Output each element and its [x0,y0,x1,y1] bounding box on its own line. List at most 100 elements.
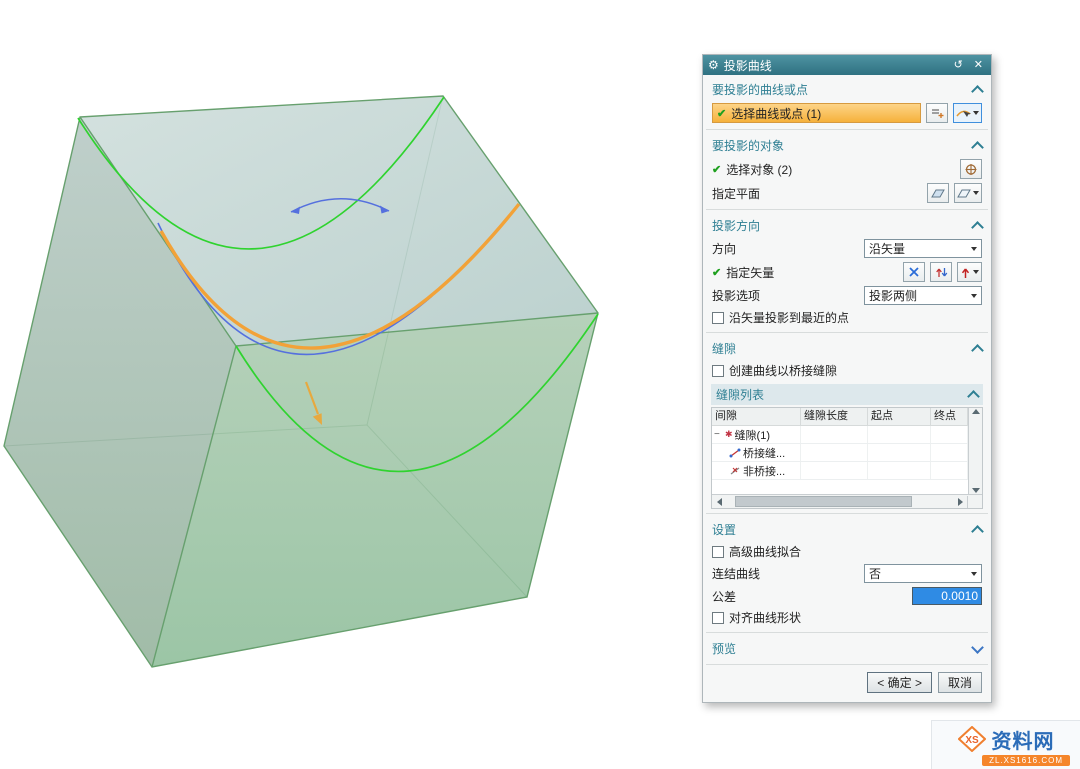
gap-table-row[interactable]: 非桥接... [712,462,968,480]
gap-list-table: 间隙 缝隙长度 起点 终点 − ✱ 缝隙(1) [711,407,983,509]
section-title-gap: 缝隙 [712,340,736,357]
vertical-scrollbar[interactable] [968,408,982,494]
section-projection-direction: 投影方向 方向 沿矢量 ✔ 指定矢量 [706,212,988,333]
section-title-objects: 要投影的对象 [712,137,784,154]
bridge-gap-label: 创建曲线以桥接缝隙 [729,362,982,379]
chevron-up-icon [971,525,984,538]
plane-dialog-button[interactable] [927,183,949,203]
chevron-up-icon [967,390,980,403]
x-axis-icon [908,266,920,278]
column-header[interactable]: 起点 [868,408,931,425]
gap-row-label: 缝隙(1) [735,427,770,443]
reverse-vector-button[interactable] [930,262,952,282]
ok-button[interactable]: < 确定 > [867,672,932,693]
vector-type-dropdown[interactable] [957,262,982,282]
select-curve-row[interactable]: ✔ 选择曲线或点 (1) [712,103,921,123]
chevron-down-icon [973,191,979,195]
vector-dialog-button[interactable] [903,262,925,282]
select-face-button[interactable] [960,159,982,179]
chevron-up-icon [971,141,984,154]
nearest-point-checkbox[interactable] [712,312,724,324]
section-gap: 缝隙 创建曲线以桥接缝隙 缝隙列表 间隙 缝 [706,335,988,514]
section-title-preview: 预览 [712,640,736,657]
column-header[interactable]: 终点 [931,408,968,425]
dialog-title: 投影曲线 [724,57,946,74]
advanced-fit-label: 高级曲线拟合 [729,543,982,560]
chevron-up-icon [971,344,984,357]
check-icon: ✔ [712,266,721,279]
section-header-preview[interactable]: 预览 [706,635,988,660]
watermark-logo-text: XS [965,735,979,746]
section-title-direction: 投影方向 [712,217,760,234]
watermark: XS 资料网 ZL.XS1616.COM [931,720,1080,769]
direction-combobox[interactable]: 沿矢量 [864,239,982,258]
horizontal-scrollbar[interactable] [712,494,982,508]
direction-value: 沿矢量 [869,240,905,257]
watermark-site-name: 资料网 [992,725,1055,754]
chevron-down-icon [973,270,979,274]
select-curve-tool-button[interactable] [953,103,982,123]
section-title-curves: 要投影的曲线或点 [712,81,808,98]
scroll-left-button[interactable] [712,496,726,508]
join-curves-label: 连结曲线 [712,565,859,582]
curve-list-button[interactable] [926,103,948,123]
tree-collapse-icon[interactable]: − [714,430,723,440]
specify-plane-label: 指定平面 [712,185,922,202]
chevron-down-icon [971,641,984,654]
column-header[interactable]: 缝隙长度 [801,408,868,425]
non-bridge-gap-icon [729,465,741,477]
project-curve-dialog: ⚙ 投影曲线 ↺ ✕ 要投影的曲线或点 ✔ 选择曲线或点 (1) [702,54,992,703]
gap-table-row[interactable]: − ✱ 缝隙(1) [712,426,968,444]
bridge-gap-checkbox[interactable] [712,365,724,377]
join-curves-combobox[interactable]: 否 [864,564,982,583]
bridge-gap-icon [729,447,741,459]
gap-node-icon: ✱ [725,430,733,439]
gap-table-row[interactable]: 桥接缝... [712,444,968,462]
section-settings: 设置 高级曲线拟合 连结曲线 否 公差 [706,516,988,633]
chevron-up-icon [971,221,984,234]
direction-label: 方向 [712,240,859,257]
check-icon: ✔ [712,163,721,176]
gap-row-label: 桥接缝... [743,445,785,461]
dialog-reset-button[interactable]: ↺ [951,60,966,71]
scrollbar-track[interactable] [726,496,953,507]
gap-table-header: 间隙 缝隙长度 起点 终点 [712,408,968,426]
graphics-window[interactable] [0,0,700,769]
plane-icon [957,187,971,199]
section-curves-to-project: 要投影的曲线或点 ✔ 选择曲线或点 (1) [706,76,988,130]
watermark-logo-icon: XS [958,726,986,752]
application-window: ⚙ 投影曲线 ↺ ✕ 要投影的曲线或点 ✔ 选择曲线或点 (1) [0,0,1080,769]
projection-option-value: 投影两侧 [869,287,917,304]
scroll-down-icon[interactable] [972,488,980,493]
scroll-up-icon[interactable] [972,409,980,414]
tolerance-input[interactable] [912,587,982,605]
chevron-up-icon [971,85,984,98]
join-curves-value: 否 [869,565,881,582]
cancel-button[interactable]: 取消 [938,672,982,693]
vector-up-icon [960,266,971,279]
gap-list-header[interactable]: 缝隙列表 [711,384,983,405]
tolerance-label: 公差 [712,588,907,605]
gear-icon: ⚙ [708,59,719,71]
align-curve-shape-checkbox[interactable] [712,612,724,624]
select-object-label: 选择对象 (2) [726,161,955,178]
advanced-fit-checkbox[interactable] [712,546,724,558]
scroll-right-button[interactable] [953,496,967,508]
dialog-titlebar[interactable]: ⚙ 投影曲线 ↺ ✕ [703,55,991,75]
section-header-settings[interactable]: 设置 [706,516,988,541]
section-preview: 预览 [706,635,988,665]
watermark-site-url: ZL.XS1616.COM [982,755,1070,766]
check-icon: ✔ [717,107,726,120]
section-header-curves[interactable]: 要投影的曲线或点 [706,76,988,101]
plane-icon [931,187,945,199]
dialog-close-button[interactable]: ✕ [971,60,986,71]
projection-option-combobox[interactable]: 投影两侧 [864,286,982,305]
column-header[interactable]: 间隙 [712,408,801,425]
scrollbar-thumb[interactable] [735,496,912,507]
section-objects-to-project: 要投影的对象 ✔ 选择对象 (2) 指定平面 [706,132,988,210]
section-header-objects[interactable]: 要投影的对象 [706,132,988,157]
section-title-settings: 设置 [712,521,736,538]
plane-type-dropdown[interactable] [954,183,982,203]
section-header-gap[interactable]: 缝隙 [706,335,988,360]
section-header-direction[interactable]: 投影方向 [706,212,988,237]
